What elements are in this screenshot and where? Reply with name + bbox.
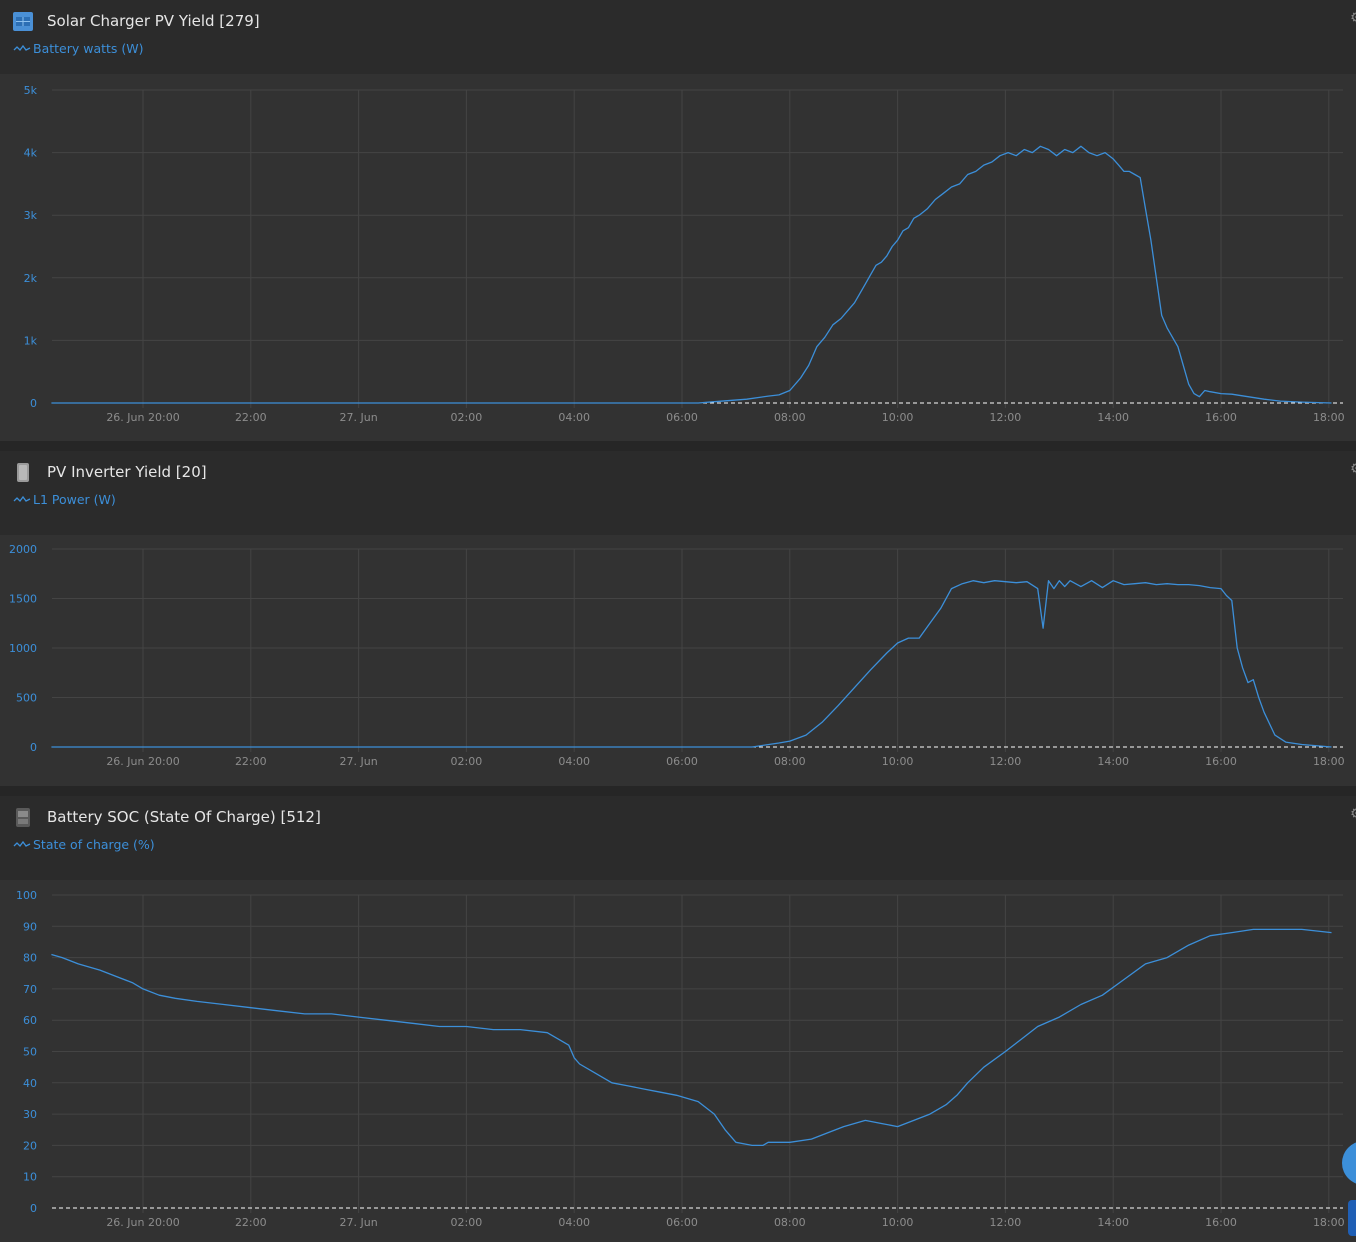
y-tick-label: 4k (24, 147, 38, 160)
x-tick-label: 27. Jun (340, 1216, 378, 1229)
y-tick-label: 1000 (9, 642, 37, 655)
chart-panel: Solar Charger PV Yield [279] ⚙ Battery w… (0, 0, 1356, 441)
series-legend[interactable]: Battery watts (W) (13, 40, 144, 56)
x-tick-label: 26. Jun 20:00 (106, 411, 179, 424)
series-legend[interactable]: L1 Power (W) (13, 491, 116, 507)
solar-charger-icon (13, 12, 33, 31)
chart-area: 0 500 1000 1500 2000 26. Jun 20:00 22:00 27. Ju… (0, 535, 1356, 786)
x-tick-label: 04:00 (558, 755, 590, 768)
pv-inverter-icon (17, 463, 29, 482)
series-line (51, 145, 1332, 404)
y-tick-label: 60 (23, 1014, 37, 1027)
x-tick-label: 18:00 (1313, 755, 1345, 768)
line-series-icon (13, 44, 31, 51)
y-tick-label: 100 (16, 889, 37, 902)
panel-title: PV Inverter Yield [20] (47, 463, 207, 481)
x-tick-label: 02:00 (451, 411, 483, 424)
y-tick-label: 30 (23, 1108, 37, 1121)
y-tick-label: 0 (30, 397, 37, 410)
x-tick-label: 08:00 (774, 755, 806, 768)
y-tick-label: 2k (24, 272, 38, 285)
chart-area: 0 10 20 30 40 50 60 70 80 90 100 26. Jun 20:00 22:00… (0, 880, 1356, 1242)
x-tick-label: 12:00 (990, 411, 1022, 424)
x-tick-label: 10:00 (882, 411, 914, 424)
x-tick-label: 06:00 (666, 755, 698, 768)
x-tick-label: 02:00 (451, 755, 483, 768)
x-tick-label: 12:00 (990, 755, 1022, 768)
gear-icon[interactable]: ⚙ (1350, 11, 1356, 25)
y-tick-label: 90 (23, 920, 37, 933)
y-tick-label: 500 (16, 692, 37, 705)
gear-icon[interactable]: ⚙ (1350, 462, 1356, 476)
series-legend[interactable]: State of charge (%) (13, 836, 155, 852)
series-label: State of charge (%) (33, 836, 155, 852)
series-label: L1 Power (W) (33, 491, 116, 507)
gear-icon[interactable]: ⚙ (1350, 807, 1356, 821)
x-tick-label: 22:00 (235, 1216, 267, 1229)
y-tick-label: 0 (30, 741, 37, 754)
y-tick-label: 40 (23, 1077, 37, 1090)
x-tick-label: 04:00 (558, 411, 590, 424)
x-tick-label: 12:00 (990, 1216, 1022, 1229)
chart-panel: Battery SOC (State Of Charge) [512] ⚙ St… (0, 796, 1356, 1242)
series-line (51, 928, 1332, 1147)
y-tick-label: 0 (30, 1202, 37, 1215)
x-tick-label: 27. Jun (340, 411, 378, 424)
x-tick-label: 27. Jun (340, 755, 378, 768)
line-series-icon (13, 495, 31, 502)
x-tick-label: 14:00 (1097, 411, 1129, 424)
y-tick-label: 70 (23, 983, 37, 996)
x-tick-label: 22:00 (235, 411, 267, 424)
series-label: Battery watts (W) (33, 40, 144, 56)
x-tick-label: 08:00 (774, 411, 806, 424)
x-tick-label: 06:00 (666, 411, 698, 424)
y-tick-label: 2000 (9, 543, 37, 556)
panel-title: Battery SOC (State Of Charge) [512] (47, 808, 321, 826)
y-tick-label: 1500 (9, 593, 37, 606)
x-tick-label: 10:00 (882, 1216, 914, 1229)
battery-monitor-icon (16, 808, 30, 827)
x-tick-label: 14:00 (1097, 755, 1129, 768)
line-chart: 0 500 1000 1500 2000 26. Jun 20:00 22:00 27. Ju… (9, 543, 1345, 768)
x-tick-label: 14:00 (1097, 1216, 1129, 1229)
x-tick-label: 06:00 (666, 1216, 698, 1229)
x-tick-label: 16:00 (1205, 1216, 1237, 1229)
y-tick-label: 10 (23, 1171, 37, 1184)
x-tick-label: 16:00 (1205, 411, 1237, 424)
x-tick-label: 18:00 (1313, 1216, 1345, 1229)
x-tick-label: 04:00 (558, 1216, 590, 1229)
x-tick-label: 10:00 (882, 755, 914, 768)
line-chart: 0 1k 2k 3k 4k 5k 26. Jun 20:00 22:00 27. Jun 02:0… (24, 84, 1345, 424)
chat-widget-button[interactable] (1348, 1200, 1356, 1236)
chart-area: 0 1k 2k 3k 4k 5k 26. Jun 20:00 22:00 27. Jun 02:0… (0, 74, 1356, 441)
y-tick-label: 5k (24, 84, 38, 97)
x-tick-label: 02:00 (451, 1216, 483, 1229)
panel-title: Solar Charger PV Yield [279] (47, 12, 260, 30)
x-tick-label: 26. Jun 20:00 (106, 1216, 179, 1229)
series-line (51, 580, 1332, 748)
x-tick-label: 26. Jun 20:00 (106, 755, 179, 768)
x-tick-label: 16:00 (1205, 755, 1237, 768)
y-tick-label: 50 (23, 1046, 37, 1059)
x-tick-label: 08:00 (774, 1216, 806, 1229)
chart-panel: PV Inverter Yield [20] ⚙ L1 Power (W) 0 5… (0, 451, 1356, 786)
y-tick-label: 3k (24, 209, 38, 222)
x-tick-label: 22:00 (235, 755, 267, 768)
y-tick-label: 1k (24, 334, 38, 347)
y-tick-label: 20 (23, 1139, 37, 1152)
x-tick-label: 18:00 (1313, 411, 1345, 424)
y-tick-label: 80 (23, 952, 37, 965)
line-series-icon (13, 840, 31, 847)
line-chart: 0 10 20 30 40 50 60 70 80 90 100 26. Jun 20:00 22:00… (16, 889, 1345, 1229)
